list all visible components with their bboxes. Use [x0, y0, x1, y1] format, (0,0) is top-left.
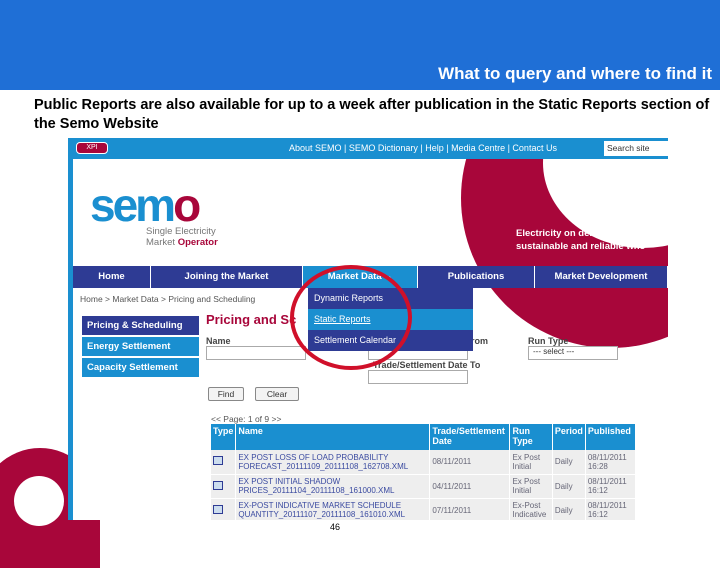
run-type-select[interactable]: --- select --- [528, 346, 618, 360]
breadcrumb: Home > Market Data > Pricing and Schedul… [80, 294, 256, 304]
xml-file-icon[interactable] [213, 504, 223, 514]
top-links[interactable]: About SEMO | SEMO Dictionary | Help | Me… [289, 143, 557, 153]
highlight-circle [290, 265, 412, 370]
semo-logo: semo [90, 179, 201, 231]
report-link[interactable]: EX POST LOSS OF LOAD PROBABILITY FORECAS… [235, 450, 431, 475]
name-input[interactable] [206, 346, 306, 360]
pager[interactable]: << Page: 1 of 9 >> [211, 414, 281, 424]
col-run-type: Run Type [509, 424, 553, 450]
nav-home[interactable]: Home [73, 266, 151, 288]
col-date: Trade/Settlement Date [429, 424, 511, 450]
clear-button[interactable]: Clear [255, 387, 299, 401]
cell: Daily [552, 498, 586, 520]
table-row: EX-POST INDICATIVE MARKET SCHEDULE QUANT… [211, 498, 637, 520]
cell: 07/11/2011 [429, 498, 511, 520]
sidebar-item-capacity[interactable]: Capacity Settlement [82, 358, 199, 377]
find-button[interactable]: Find [208, 387, 244, 401]
cell: Ex Post Initial [509, 450, 553, 475]
nav-joining[interactable]: Joining the Market [151, 266, 303, 288]
xml-file-icon[interactable] [213, 456, 223, 466]
tagline: Electricity on demand from a sustainable … [516, 228, 647, 252]
table-row: EX POST INITIAL SHADOW PRICES_20111104_2… [211, 474, 637, 499]
date-to-input[interactable] [368, 370, 468, 384]
xml-file-icon[interactable] [213, 480, 223, 490]
sidebar-item-pricing[interactable]: Pricing & Scheduling [82, 316, 199, 335]
page-heading: Pricing and Sc [206, 312, 297, 327]
cell: 08/11/2011 16:12 [585, 474, 637, 499]
cell: 04/11/2011 [429, 474, 511, 499]
website-screenshot: Electricity on demand from a sustainable … [68, 138, 668, 520]
cell: Ex-Post Indicative [509, 498, 553, 520]
search-input[interactable]: Search site [604, 141, 668, 156]
report-link[interactable]: EX-POST INDICATIVE MARKET SCHEDULE QUANT… [235, 498, 431, 520]
col-name: Name [235, 424, 431, 450]
cell: 08/11/2011 16:28 [585, 450, 637, 475]
table-row: EX POST LOSS OF LOAD PROBABILITY FORECAS… [211, 450, 637, 475]
cell: 08/11/2011 16:12 [585, 498, 637, 520]
date-to-label: Trade/Settlement Date To [373, 360, 481, 370]
decorative-hole [14, 476, 64, 526]
run-type-label: Run Type [528, 336, 569, 346]
xpi-button[interactable]: XPI [76, 142, 108, 154]
top-bar: XPI About SEMO | SEMO Dictionary | Help … [73, 138, 668, 159]
col-type: Type [211, 424, 237, 450]
sidebar: Pricing & Scheduling Energy Settlement C… [82, 316, 199, 379]
col-published: Published [585, 424, 637, 450]
logo-subtitle: Single Electricity Market Operator [146, 226, 218, 248]
name-label: Name [206, 336, 231, 346]
nav-publications[interactable]: Publications [418, 266, 535, 288]
cell: 08/11/2011 [429, 450, 511, 475]
page-number: 46 [330, 522, 341, 532]
nav-market-development[interactable]: Market Development [535, 266, 668, 288]
cell: Daily [552, 474, 586, 499]
cell: Ex Post Initial [509, 474, 553, 499]
col-period: Period [552, 424, 586, 450]
reports-table: Type Name Trade/Settlement Date Run Type… [211, 424, 637, 520]
slide-title: What to query and where to find it [438, 64, 712, 83]
cell: Daily [552, 450, 586, 475]
sidebar-item-energy[interactable]: Energy Settlement [82, 337, 199, 356]
slide-subtitle: Public Reports are also available for up… [34, 97, 710, 132]
report-link[interactable]: EX POST INITIAL SHADOW PRICES_20111104_2… [235, 474, 431, 499]
